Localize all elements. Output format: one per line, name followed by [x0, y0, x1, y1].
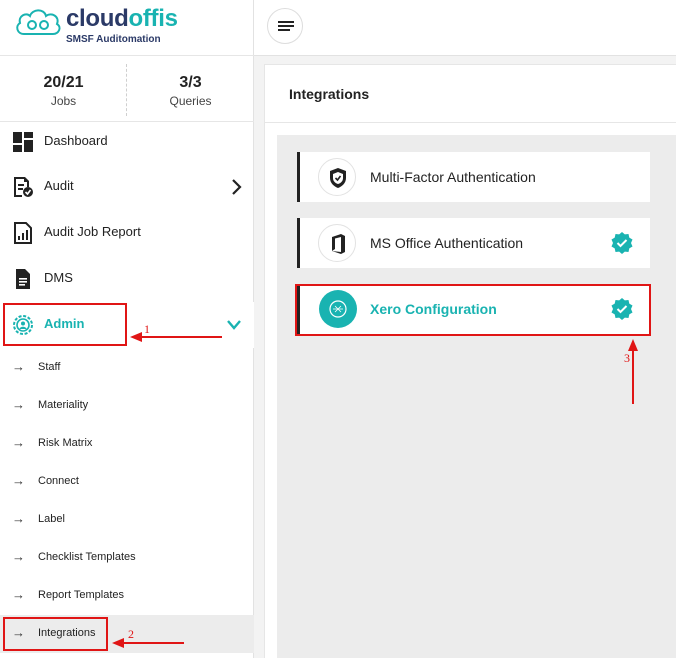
menu-toggle-button[interactable]	[267, 8, 303, 44]
topbar	[254, 0, 676, 56]
sidebar-subitem-report-templates[interactable]: → Report Templates	[0, 577, 254, 615]
arrow-right-icon: →	[12, 397, 25, 412]
chevron-right-icon	[232, 179, 242, 195]
sidebar-subitem-label: Materiality	[38, 399, 89, 411]
page-title: Integrations	[289, 86, 370, 102]
office-icon	[318, 224, 356, 262]
integration-card-label: MS Office Authentication	[370, 235, 524, 251]
main-header: Integrations	[265, 65, 676, 123]
queries-count: 3/3	[179, 74, 202, 91]
sidebar-subitem-materiality[interactable]: → Materiality	[0, 387, 254, 425]
sidebar-item-label: Dashboard	[44, 133, 108, 148]
annotation-number-2: 2	[128, 627, 134, 641]
sidebar-item-label: Audit Job Report	[44, 224, 141, 239]
shield-icon	[318, 158, 356, 196]
jobs-stat[interactable]: 20/21 Jobs	[0, 56, 127, 122]
annotation-number-3: 3	[624, 351, 630, 365]
arrow-right-icon: →	[12, 473, 25, 488]
chevron-down-icon	[227, 320, 241, 330]
jobs-label: Jobs	[50, 94, 77, 108]
sidebar-item-label: DMS	[44, 270, 73, 285]
dashboard-icon	[13, 132, 33, 152]
sidebar-subitem-label: Checklist Templates	[38, 551, 136, 563]
queries-stat[interactable]: 3/3 Queries	[127, 56, 254, 122]
jobs-count: 20/21	[43, 74, 84, 91]
sidebar-subitem-label-item[interactable]: → Label	[0, 501, 254, 539]
integration-card-mfa[interactable]: Multi-Factor Authentication	[297, 152, 650, 202]
menu-line	[278, 21, 294, 23]
annotation-highlight-admin	[3, 303, 127, 346]
arrow-right-icon: →	[12, 549, 25, 564]
arrow-right-icon: →	[12, 511, 25, 526]
brand-tagline: SMSF Auditomation	[66, 34, 161, 45]
verified-badge-icon	[611, 232, 633, 254]
sidebar-subitem-risk-matrix[interactable]: → Risk Matrix	[0, 425, 254, 463]
sidebar-subitem-label: Report Templates	[38, 589, 125, 601]
menu-line	[278, 25, 294, 27]
sidebar-subitem-label: Label	[38, 513, 65, 525]
sidebar-subitem-label: Connect	[38, 475, 79, 487]
sidebar-item-audit[interactable]: Audit	[0, 164, 254, 210]
queries-label: Queries	[169, 94, 212, 108]
arrow-right-icon: →	[12, 435, 25, 450]
logo-area[interactable]: cloudoffis SMSF Auditomation	[0, 0, 254, 56]
arrow-right-icon: →	[12, 587, 25, 602]
document-icon	[16, 269, 30, 289]
menu-line	[278, 29, 290, 31]
sidebar-item-dms[interactable]: DMS	[0, 256, 254, 302]
sidebar-subitem-label: Staff	[38, 361, 61, 373]
report-icon	[14, 222, 32, 244]
sidebar-subitem-checklist-templates[interactable]: → Checklist Templates	[0, 539, 254, 577]
annotation-number-1: 1	[144, 322, 150, 336]
integration-card-ms-office[interactable]: MS Office Authentication	[297, 218, 650, 268]
sidebar-subitem-label: Risk Matrix	[38, 437, 93, 449]
annotation-highlight-integrations	[3, 617, 108, 651]
arrow-right-icon: →	[12, 359, 25, 374]
integrations-panel: Multi-Factor Authentication MS Office Au…	[277, 135, 676, 658]
sidebar-item-dashboard[interactable]: Dashboard	[0, 119, 254, 165]
sidebar-subitem-staff[interactable]: → Staff	[0, 349, 254, 387]
cloud-logo-icon	[16, 9, 61, 35]
audit-icon	[14, 177, 33, 197]
brand-logo: cloudoffis	[66, 5, 178, 32]
sidebar-subitem-connect[interactable]: → Connect	[0, 463, 254, 501]
stats-panel: 20/21 Jobs 3/3 Queries	[0, 56, 254, 122]
main-content: Integrations Multi-Factor Authentication…	[264, 64, 676, 658]
sidebar-item-label: Audit	[44, 178, 74, 193]
sidebar-item-audit-job-report[interactable]: Audit Job Report	[0, 210, 254, 256]
annotation-highlight-xero	[295, 284, 651, 336]
integration-card-label: Multi-Factor Authentication	[370, 169, 536, 185]
